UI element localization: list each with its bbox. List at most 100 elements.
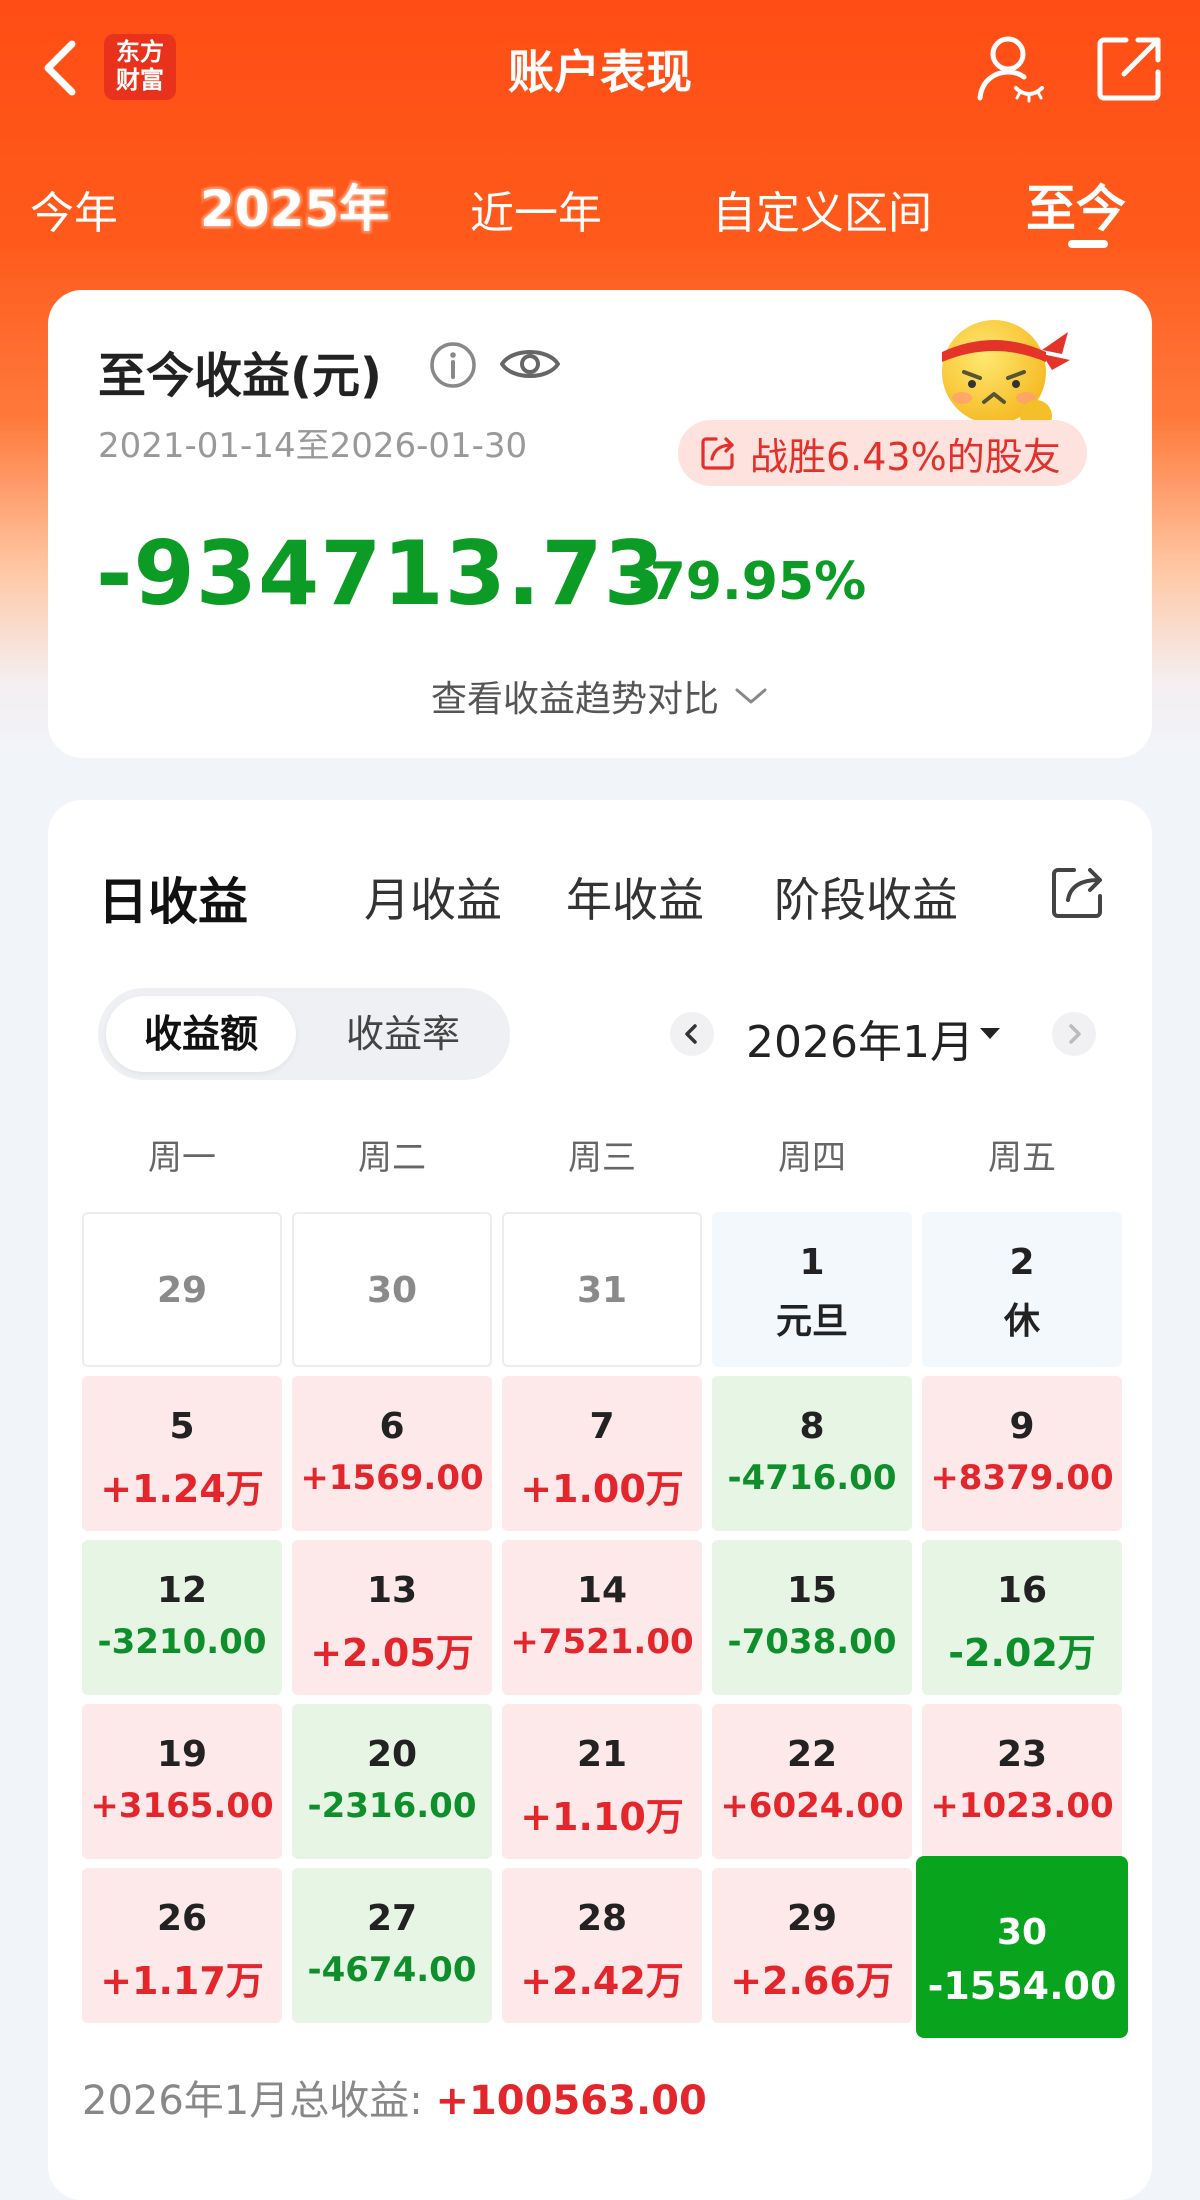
calendar-holiday-label: 休 <box>1003 1301 1040 1342</box>
month-total-label: 2026年1月总收益: <box>82 2078 423 2124</box>
calendar-day-cell[interactable]: 16 -2.02万 <box>922 1540 1122 1695</box>
beat-badge[interactable]: 战胜6.43%的股友 <box>678 420 1087 486</box>
calendar-day-number: 1 <box>799 1242 825 1283</box>
calendar-day-number: 23 <box>996 1734 1048 1775</box>
calendar-day-value: +1023.00 <box>930 1786 1114 1826</box>
tab-monthly[interactable]: 月收益 <box>364 864 502 930</box>
calendar-day-value: +2.05万 <box>310 1631 474 1675</box>
calendar-day-value: -3210.00 <box>97 1622 267 1662</box>
tab-stage[interactable]: 阶段收益 <box>774 864 958 930</box>
weekday-tue: 周二 <box>358 1138 426 1178</box>
calendar-day-cell[interactable]: 8 -4716.00 <box>712 1376 912 1531</box>
calendar-day-number: 12 <box>156 1570 208 1611</box>
tab-this-year[interactable]: 今年 <box>30 177 118 241</box>
info-icon <box>430 342 476 388</box>
calendar-cell-prev-month: 30 <box>292 1212 492 1367</box>
month-total-value: +100563.00 <box>435 2078 707 2124</box>
tab-daily[interactable]: 日收益 <box>98 862 248 934</box>
date-range: 2021-01-14至2026-01-30 <box>98 426 528 466</box>
calendar-day-number: 6 <box>379 1406 405 1447</box>
calendar-day-number: 9 <box>1009 1406 1035 1447</box>
weekday-fri: 周五 <box>988 1138 1056 1178</box>
segment-amount[interactable]: 收益额 <box>106 996 296 1072</box>
chevron-left-icon <box>685 1024 697 1044</box>
share-small-icon <box>701 437 734 470</box>
user-icon <box>977 36 1044 103</box>
granularity-tabs: 日收益 月收益 年收益 阶段收益 <box>98 862 1098 942</box>
calendar-day-cell[interactable]: 1 元旦 <box>712 1212 912 1367</box>
next-month-button[interactable] <box>1052 1012 1096 1056</box>
calendar-day-cell[interactable]: 5 +1.24万 <box>82 1376 282 1531</box>
calendar-day-number: 5 <box>169 1406 195 1447</box>
calendar-day-value: -2316.00 <box>307 1786 477 1826</box>
info-button[interactable] <box>428 340 478 390</box>
chevron-down-icon <box>735 688 767 704</box>
calendar-day-number: 16 <box>996 1570 1048 1611</box>
calendar-day-value: +2.42万 <box>520 1959 684 2003</box>
calendar-day-number: 26 <box>156 1898 208 1939</box>
back-arrow-icon <box>44 40 76 96</box>
calendar-day-number: 20 <box>366 1734 418 1775</box>
calendar-cell-prev-month: 29 <box>82 1212 282 1367</box>
calendar-day-value: +1.17万 <box>100 1959 264 2003</box>
calendar-day-number: 14 <box>576 1570 628 1611</box>
app-logo: 东方 财富 <box>104 34 176 100</box>
calendar-day-cell[interactable]: 20 -2316.00 <box>292 1704 492 1859</box>
metric-segmented-control: 收益额 收益率 <box>98 988 510 1080</box>
toggle-visibility-button[interactable] <box>498 338 562 390</box>
calendar-day-cell[interactable]: 15 -7038.00 <box>712 1540 912 1695</box>
share-button[interactable] <box>1096 34 1164 102</box>
tab-custom-range[interactable]: 自定义区间 <box>712 177 932 241</box>
calendar-day-cell[interactable]: 19 +3165.00 <box>82 1704 282 1859</box>
month-total: 2026年1月总收益: +100563.00 <box>82 2068 707 2126</box>
calendar-day-cell[interactable]: 21 +1.10万 <box>502 1704 702 1859</box>
calendar-day-cell[interactable]: 12 -3210.00 <box>82 1540 282 1695</box>
export-button[interactable] <box>1048 862 1108 922</box>
logo-line1: 东方 <box>116 38 164 66</box>
calendar-day-number: 31 <box>576 1270 628 1311</box>
calendar-day-cell[interactable]: 28 +2.42万 <box>502 1868 702 2023</box>
summary-card: 至今收益(元) 2021-01-14至2026-01-30 战胜6.43%的股友… <box>48 290 1152 758</box>
calendar-day-cell[interactable]: 9 +8379.00 <box>922 1376 1122 1531</box>
total-profit-percent: -79.95% <box>628 552 867 612</box>
weekday-wed: 周三 <box>568 1138 636 1178</box>
tab-yearly[interactable]: 年收益 <box>566 864 704 930</box>
summary-label: 至今收益(元) <box>98 348 382 404</box>
calendar-day-value: -7038.00 <box>727 1622 897 1662</box>
calendar-day-cell[interactable]: 30 -1554.00 <box>916 1856 1128 2038</box>
trend-compare-link[interactable]: 查看收益趋势对比 <box>48 670 1152 722</box>
calendar-day-cell[interactable]: 14 +7521.00 <box>502 1540 702 1695</box>
calendar-day-cell[interactable]: 13 +2.05万 <box>292 1540 492 1695</box>
calendar-day-number: 29 <box>786 1898 838 1939</box>
calendar-day-number: 15 <box>786 1570 838 1611</box>
calendar-day-number: 27 <box>366 1898 418 1939</box>
calendar-day-cell[interactable]: 6 +1569.00 <box>292 1376 492 1531</box>
weekday-mon: 周一 <box>148 1138 216 1178</box>
back-button[interactable] <box>36 30 92 106</box>
calendar-day-value: +1.10万 <box>520 1795 684 1839</box>
calendar-day-cell[interactable]: 2休 <box>922 1212 1122 1367</box>
tab-last-year[interactable]: 近一年 <box>470 177 602 241</box>
calendar-day-cell[interactable]: 26 +1.17万 <box>82 1868 282 2023</box>
calendar-day-cell[interactable]: 22 +6024.00 <box>712 1704 912 1859</box>
calendar-card: 日收益 月收益 年收益 阶段收益 收益额 收益率 2026年1月 周一 周二 周… <box>48 800 1152 2200</box>
user-button[interactable] <box>972 30 1048 106</box>
calendar-cell-prev-month: 31 <box>502 1212 702 1367</box>
calendar-day-number: 2 <box>1009 1242 1035 1283</box>
calendar-day-cell[interactable]: 29 +2.66万 <box>712 1868 912 2023</box>
calendar-day-value: +7521.00 <box>510 1622 694 1662</box>
calendar-day-value: -1554.00 <box>927 1964 1117 2008</box>
calendar-day-cell[interactable]: 23 +1023.00 <box>922 1704 1122 1859</box>
calendar-day-value: +1569.00 <box>300 1458 484 1498</box>
caret-down-icon[interactable] <box>980 1028 1000 1039</box>
prev-month-button[interactable] <box>670 1012 714 1056</box>
calendar-day-value: -4674.00 <box>307 1950 477 1990</box>
calendar-day-cell[interactable]: 27 -4674.00 <box>292 1868 492 2023</box>
calendar-day-number: 13 <box>366 1570 418 1611</box>
month-selector[interactable]: 2026年1月 <box>746 1006 974 1070</box>
segment-rate[interactable]: 收益率 <box>308 996 498 1072</box>
calendar-day-value: +8379.00 <box>930 1458 1114 1498</box>
calendar-day-cell[interactable]: 7 +1.00万 <box>502 1376 702 1531</box>
tab-2025[interactable]: 2025年 <box>197 169 392 241</box>
tab-to-date[interactable]: 至今 <box>1026 169 1126 241</box>
